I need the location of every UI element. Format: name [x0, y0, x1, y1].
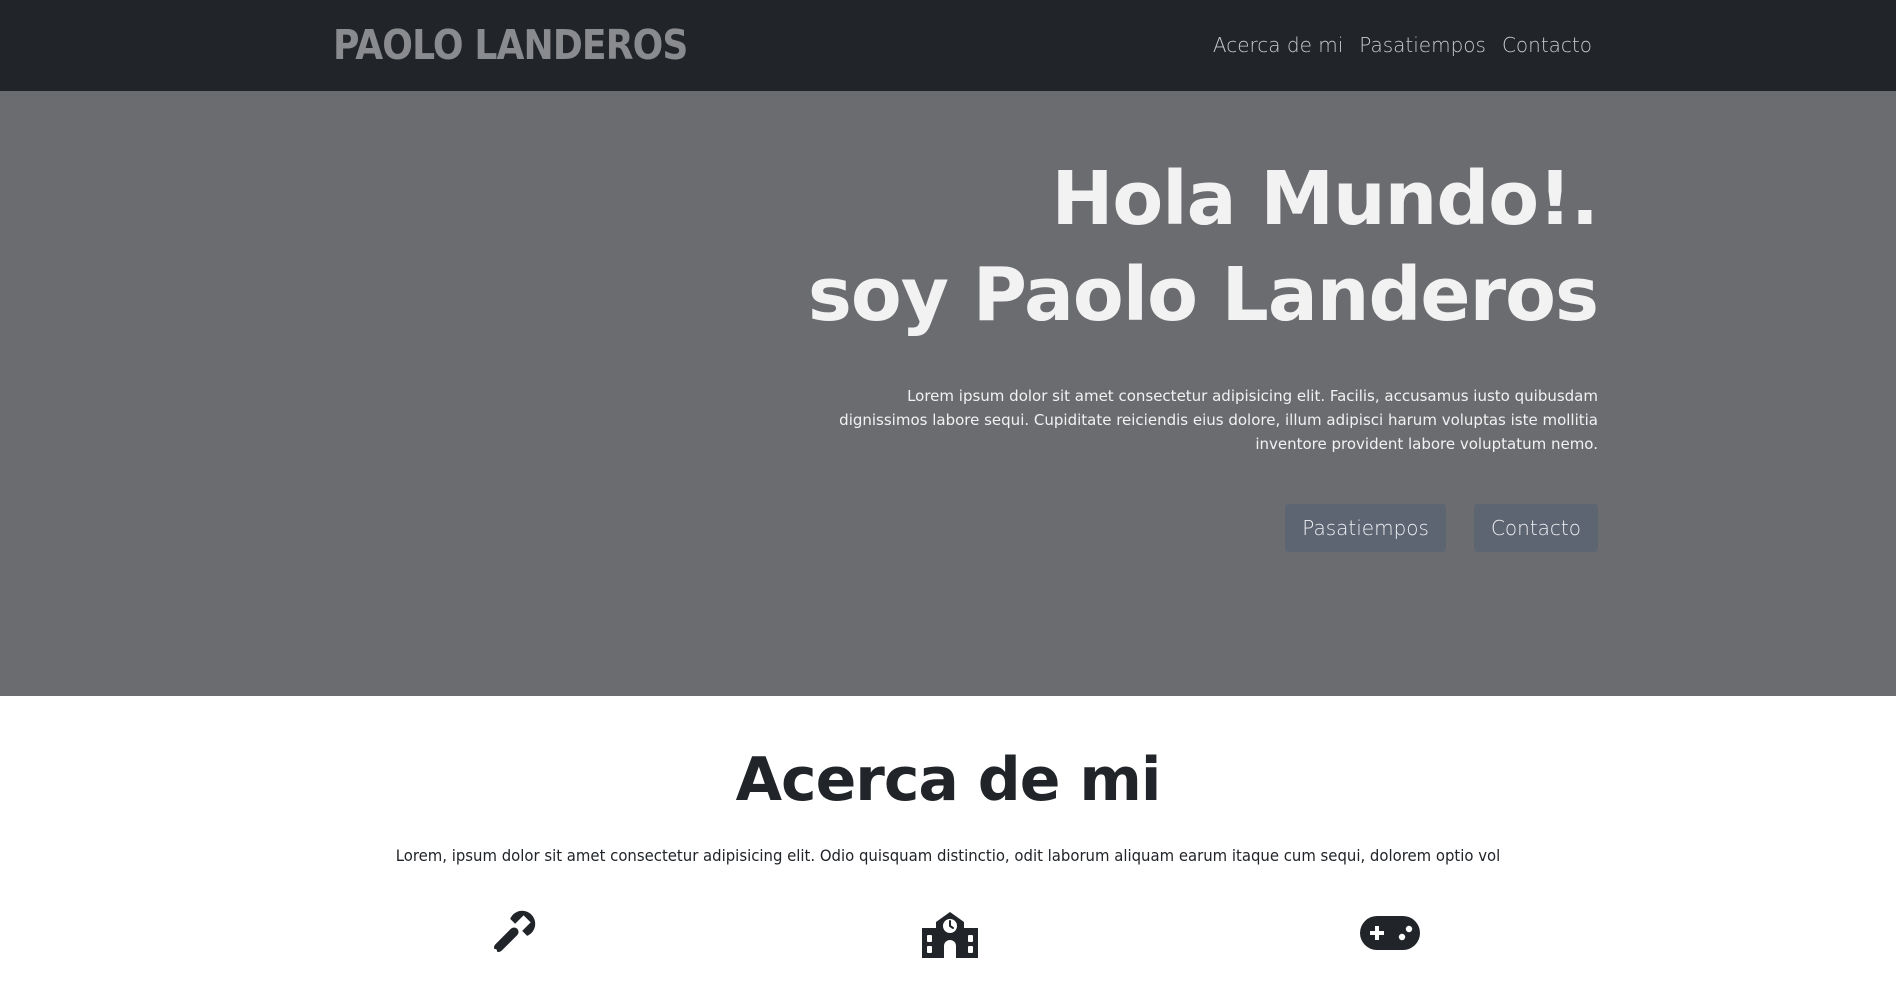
about-title: Acerca de mi	[735, 745, 1162, 815]
navbar: PAOLO LANDEROS Acerca de mi Pasatiempos …	[0, 0, 1896, 91]
pasatiempos-button[interactable]: Pasatiempos	[1285, 504, 1446, 552]
hero-section: Hola Mundo!. soy Paolo Landeros Lorem ip…	[0, 91, 1896, 696]
hero-title-line1: Hola Mundo!.	[1051, 156, 1599, 242]
contacto-button[interactable]: Contacto	[1473, 504, 1598, 552]
school-icon	[922, 912, 978, 958]
nav-link-contacto[interactable]: Contacto	[1502, 31, 1592, 59]
nav-link-pasatiempos[interactable]: Pasatiempos	[1359, 31, 1486, 59]
nav-link-acerca[interactable]: Acerca de mi	[1213, 31, 1343, 59]
hero-title: Hola Mundo!. soy Paolo Landeros	[807, 151, 1599, 343]
wrench-icon	[493, 910, 536, 953]
hero-description: Lorem ipsum dolor sit amet consectetur a…	[839, 387, 1598, 453]
hero-buttons: Pasatiempos Contacto	[1285, 504, 1598, 552]
about-description: Lorem, ipsum dolor sit amet consectetur …	[395, 846, 1501, 865]
hero-title-line2: soy Paolo Landeros	[807, 252, 1599, 338]
nav-links: Acerca de mi Pasatiempos Contacto	[1213, 31, 1592, 59]
brand-logo[interactable]: PAOLO LANDEROS	[333, 22, 688, 68]
gamepad-icon	[1360, 916, 1420, 950]
